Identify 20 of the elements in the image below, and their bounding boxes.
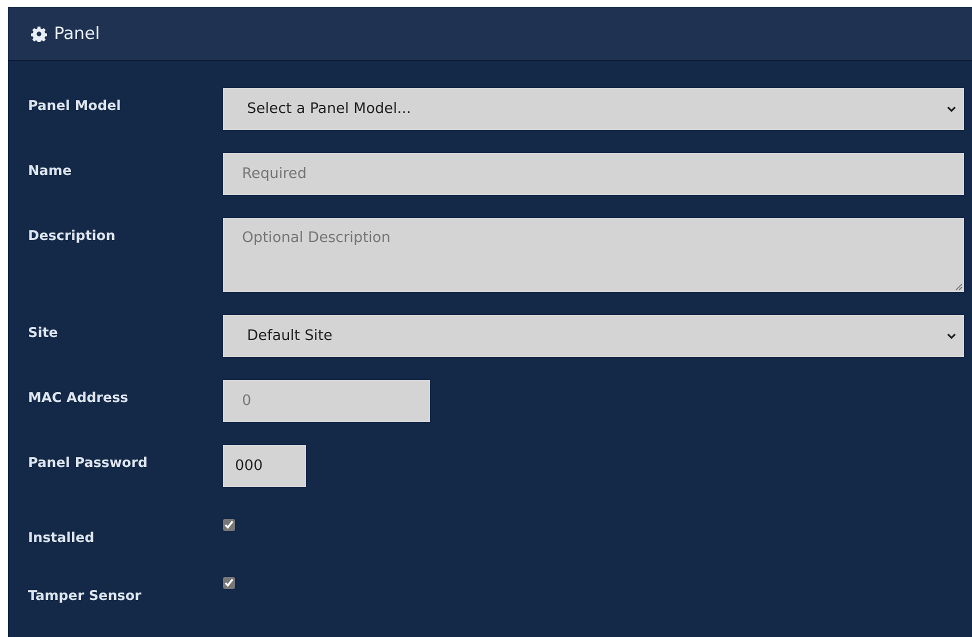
field-label: Name xyxy=(28,162,73,179)
caret-icon xyxy=(947,333,956,339)
field-label: Description xyxy=(28,227,116,244)
panel-title: Panel xyxy=(54,24,100,44)
settings-icon xyxy=(31,26,47,42)
field-label: Site xyxy=(28,324,59,341)
field-label: Panel Model xyxy=(28,97,122,114)
input-field[interactable]: 0 xyxy=(223,380,430,422)
dropdown-field[interactable]: Default Site xyxy=(223,315,964,357)
field-label: Installed xyxy=(28,529,96,546)
dropdown-field[interactable]: Select a Panel Model... xyxy=(223,88,964,130)
resize-handle-icon[interactable] xyxy=(955,283,963,291)
checkbox[interactable] xyxy=(223,577,235,589)
field-label: Panel Password xyxy=(28,454,149,471)
field-label: MAC Address xyxy=(28,389,130,406)
input-field[interactable]: 000 xyxy=(223,445,306,487)
input-field[interactable]: Required xyxy=(223,153,964,195)
caret-icon xyxy=(947,106,956,112)
checkbox[interactable] xyxy=(223,519,235,531)
field-label: Tamper Sensor xyxy=(28,587,142,604)
